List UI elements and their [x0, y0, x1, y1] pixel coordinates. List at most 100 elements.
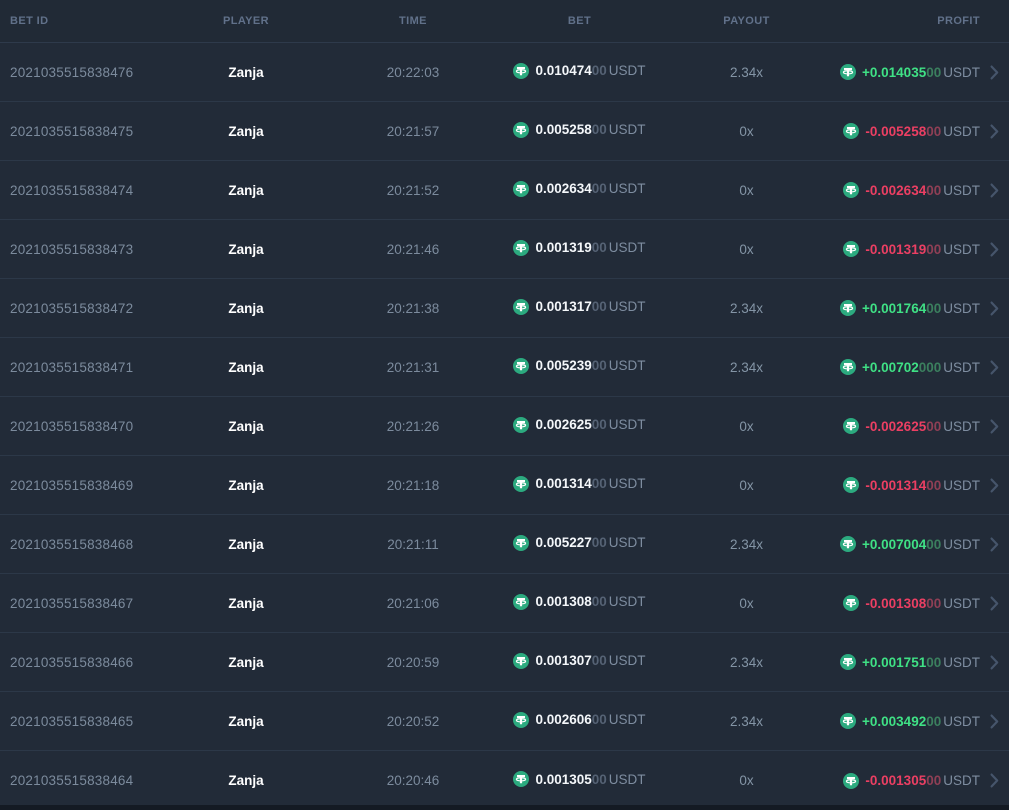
bet-amount: 0.00130700 USDT — [535, 653, 646, 668]
payout-multiplier: 2.34x — [729, 713, 764, 729]
chevron-right-icon[interactable] — [990, 301, 999, 316]
tether-usdt-icon — [840, 300, 857, 316]
table-row[interactable]: 2021035515838474 Zanja 20:21:52 0.002634… — [0, 161, 1009, 220]
profit-amount: +0.00176400 USDT — [862, 300, 980, 316]
payout-multiplier: 2.34x — [729, 654, 764, 670]
chevron-right-icon[interactable] — [990, 360, 999, 375]
table-row[interactable]: 2021035515838476 Zanja 20:22:03 0.010474… — [0, 43, 1009, 102]
player-name: Zanja — [228, 418, 264, 434]
bet-time: 20:21:52 — [386, 182, 440, 198]
profit-amount: -0.00131900 USDT — [865, 241, 980, 257]
chevron-right-icon[interactable] — [990, 655, 999, 670]
profit-amount: +0.00702000 USDT — [862, 359, 980, 375]
player-name: Zanja — [228, 477, 264, 493]
table-row[interactable]: 2021035515838473 Zanja 20:21:46 0.001319… — [0, 220, 1009, 279]
profit-cell: +0.00702000 USDT — [830, 359, 980, 375]
bet-time: 20:21:06 — [386, 595, 440, 611]
bet-amount-cell: 0.00131400 USDT — [496, 475, 663, 495]
chevron-right-icon[interactable] — [990, 419, 999, 434]
table-row[interactable]: 2021035515838465 Zanja 20:20:52 0.002606… — [0, 692, 1009, 751]
chevron-right-icon[interactable] — [990, 242, 999, 257]
bet-amount-cell: 0.00130700 USDT — [496, 652, 663, 672]
bet-amount: 0.00130800 USDT — [535, 594, 646, 609]
player-name: Zanja — [228, 536, 264, 552]
player-name: Zanja — [228, 713, 264, 729]
bet-amount-cell: 0.00260600 USDT — [496, 711, 663, 731]
bet-amount-cell: 0.00131900 USDT — [496, 239, 663, 259]
profit-amount: -0.00130500 USDT — [865, 773, 980, 788]
table-row[interactable]: 2021035515838470 Zanja 20:21:26 0.002625… — [0, 397, 1009, 456]
table-row[interactable]: 2021035515838468 Zanja 20:21:11 0.005227… — [0, 515, 1009, 574]
bet-amount: 0.00130500 USDT — [535, 771, 646, 787]
bet-amount: 0.00262500 USDT — [535, 417, 646, 432]
bet-id-value: 2021035515838470 — [10, 418, 134, 434]
bet-id-value: 2021035515838473 — [10, 241, 134, 257]
bet-amount: 0.00525800 USDT — [535, 122, 646, 137]
bet-id-value: 2021035515838471 — [10, 359, 134, 375]
bet-amount: 0.00522700 USDT — [535, 535, 646, 550]
chevron-right-icon[interactable] — [990, 183, 999, 198]
bet-amount-cell: 0.01047400 USDT — [496, 62, 663, 82]
chevron-right-icon[interactable] — [990, 773, 999, 788]
profit-cell: +0.00349200 USDT — [830, 713, 980, 729]
payout-multiplier: 2.34x — [729, 536, 764, 552]
tether-usdt-icon — [513, 121, 530, 138]
bet-time: 20:20:59 — [386, 654, 440, 670]
bet-id-value: 2021035515838472 — [10, 300, 134, 316]
profit-amount: +0.00700400 USDT — [862, 536, 980, 552]
player-name: Zanja — [228, 123, 264, 139]
chevron-right-icon[interactable] — [990, 537, 999, 552]
payout-multiplier: 0x — [739, 773, 754, 788]
bet-amount: 0.00260600 USDT — [535, 712, 646, 727]
chevron-right-icon[interactable] — [990, 65, 999, 80]
payout-multiplier: 2.34x — [729, 64, 764, 80]
chevron-right-icon[interactable] — [990, 714, 999, 729]
player-name: Zanja — [228, 773, 264, 788]
table-row[interactable]: 2021035515838467 Zanja 20:21:06 0.001308… — [0, 574, 1009, 633]
tether-usdt-icon — [843, 477, 860, 493]
bet-id-value: 2021035515838476 — [10, 64, 134, 80]
payout-multiplier: 0x — [739, 241, 754, 257]
tether-usdt-icon — [513, 416, 530, 433]
tether-usdt-icon — [840, 654, 857, 670]
profit-cell: -0.00131900 USDT — [830, 241, 980, 257]
tether-usdt-icon — [843, 418, 860, 434]
column-header-payout: PAYOUT — [723, 15, 770, 27]
table-row[interactable]: 2021035515838471 Zanja 20:21:31 0.005239… — [0, 338, 1009, 397]
tether-usdt-icon — [843, 772, 860, 789]
table-row[interactable]: 2021035515838464 Zanja 20:20:46 0.001305… — [0, 751, 1009, 805]
bet-amount-cell: 0.00263400 USDT — [496, 180, 663, 200]
bet-time: 20:21:18 — [386, 477, 440, 493]
table-row[interactable]: 2021035515838469 Zanja 20:21:18 0.001314… — [0, 456, 1009, 515]
chevron-right-icon[interactable] — [990, 596, 999, 611]
profit-cell: +0.00175100 USDT — [830, 654, 980, 670]
table-header-row: BET ID PLAYER TIME BET PAYOUT PROFIT — [0, 0, 1009, 43]
tether-usdt-icon — [513, 475, 530, 492]
profit-cell: +0.01403500 USDT — [830, 64, 980, 80]
table-row[interactable]: 2021035515838475 Zanja 20:21:57 0.005258… — [0, 102, 1009, 161]
bet-id-value: 2021035515838469 — [10, 477, 134, 493]
tether-usdt-icon — [513, 180, 530, 197]
bet-id-value: 2021035515838465 — [10, 713, 134, 729]
bet-id-value: 2021035515838467 — [10, 595, 134, 611]
tether-usdt-icon — [843, 123, 860, 139]
profit-amount: -0.00263400 USDT — [865, 182, 980, 198]
profit-cell: -0.00130500 USDT — [830, 772, 980, 789]
column-header-bet: BET — [567, 15, 592, 27]
chevron-right-icon[interactable] — [990, 124, 999, 139]
bet-amount: 0.00523900 USDT — [535, 358, 646, 373]
chevron-right-icon[interactable] — [990, 478, 999, 493]
profit-amount: -0.00130800 USDT — [865, 595, 980, 611]
bet-time: 20:20:52 — [386, 713, 440, 729]
bet-time: 20:22:03 — [386, 64, 440, 80]
tether-usdt-icon — [843, 595, 860, 611]
table-row[interactable]: 2021035515838466 Zanja 20:20:59 0.001307… — [0, 633, 1009, 692]
table-row[interactable]: 2021035515838472 Zanja 20:21:38 0.001317… — [0, 279, 1009, 338]
payout-multiplier: 0x — [739, 477, 754, 493]
bet-time: 20:21:31 — [386, 359, 440, 375]
profit-cell: -0.00263400 USDT — [830, 182, 980, 198]
profit-amount: +0.00175100 USDT — [862, 654, 980, 670]
column-header-bet-id: BET ID — [10, 15, 49, 27]
tether-usdt-icon — [513, 357, 530, 374]
tether-usdt-icon — [513, 771, 530, 787]
